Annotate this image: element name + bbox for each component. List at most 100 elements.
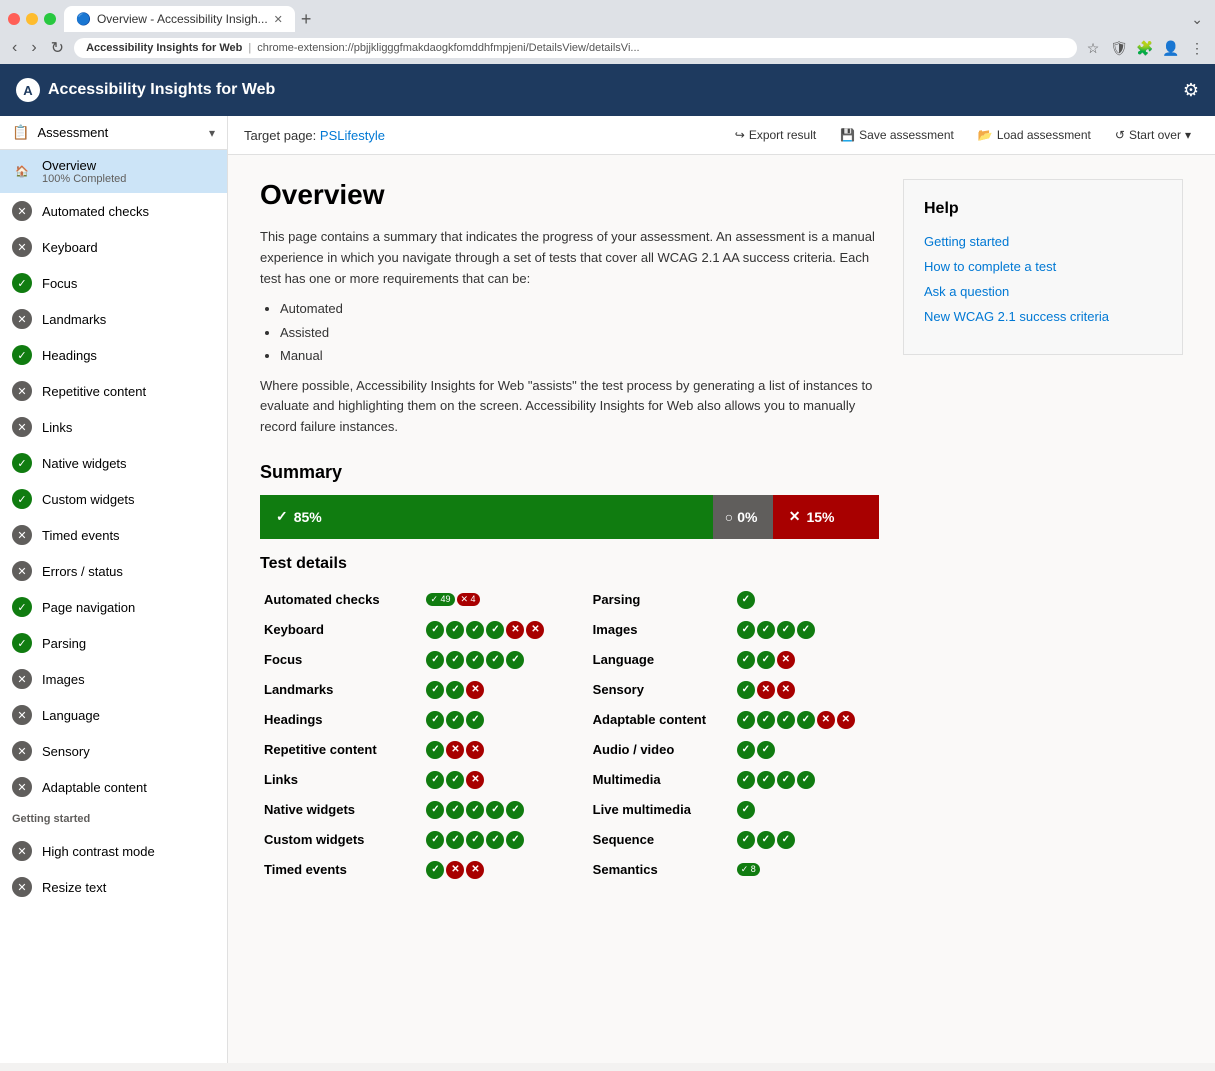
- sidebar-item-high-contrast-mode[interactable]: ✕High contrast mode: [0, 833, 227, 869]
- table-row: Headings✓✓✓Adaptable content✓✓✓✓✕✕: [260, 705, 879, 735]
- help-link[interactable]: Getting started: [924, 234, 1162, 249]
- tab-title: Overview - Accessibility Insigh...: [97, 12, 268, 26]
- address-url: chrome-extension://pbjjkligggfmakdaogkfo…: [257, 42, 639, 54]
- security-icon[interactable]: 🛡: [1109, 38, 1129, 58]
- test-icons-right: ✓: [733, 795, 879, 825]
- profile-icon[interactable]: 👤: [1161, 38, 1181, 58]
- address-bar[interactable]: Accessibility Insights for Web | chrome-…: [74, 38, 1077, 58]
- extensions-icon[interactable]: 🧩: [1135, 38, 1155, 58]
- test-icon-pass: ✓: [737, 771, 755, 789]
- sidebar-item-native-widgets[interactable]: ✓Native widgets: [0, 445, 227, 481]
- sidebar-item-overview[interactable]: 🏠 Overview 100% Completed: [0, 150, 227, 193]
- sidebar-item-label: Resize text: [42, 880, 106, 895]
- bookmark-icon[interactable]: ☆: [1083, 38, 1103, 58]
- test-name-left: Custom widgets: [260, 825, 422, 855]
- description-1: This page contains a summary that indica…: [260, 227, 879, 289]
- assessment-dropdown[interactable]: 📋 Assessment ▾: [0, 116, 227, 150]
- summary-bar: 85% 0% 15%: [260, 495, 879, 539]
- unknown-bar: 0%: [713, 495, 773, 539]
- help-link[interactable]: How to complete a test: [924, 259, 1162, 274]
- description-2: Where possible, Accessibility Insights f…: [260, 376, 879, 438]
- export-button[interactable]: ↪ Export result: [727, 124, 824, 146]
- sidebar-item-links[interactable]: ✕Links: [0, 409, 227, 445]
- sidebar-item-repetitive-content[interactable]: ✕Repetitive content: [0, 373, 227, 409]
- test-icon-pass: ✓: [737, 801, 755, 819]
- test-icon-pass: ✓: [426, 741, 444, 759]
- main-content: Overview This page contains a summary th…: [228, 155, 1215, 1063]
- table-row: Landmarks✓✓✕Sensory✓✕✕: [260, 675, 879, 705]
- sidebar-item-parsing[interactable]: ✓Parsing: [0, 625, 227, 661]
- test-icon-pass: ✓: [446, 801, 464, 819]
- settings-icon[interactable]: ⚙: [1183, 80, 1199, 101]
- status-icon-pass: ✓: [12, 489, 32, 509]
- status-icon-fail: ✕: [12, 669, 32, 689]
- start-over-button[interactable]: ↺ Start over ▾: [1107, 124, 1199, 146]
- help-link[interactable]: Ask a question: [924, 284, 1162, 299]
- load-assessment-button[interactable]: 📂 Load assessment: [970, 124, 1099, 146]
- sidebar-item-label: Automated checks: [42, 204, 149, 219]
- test-icon-pass: ✓: [446, 651, 464, 669]
- tab-list-button[interactable]: ⌄: [1191, 11, 1207, 28]
- forward-button[interactable]: ›: [27, 37, 40, 59]
- test-icons-right: ✓✓: [733, 735, 879, 765]
- back-button[interactable]: ‹: [8, 37, 21, 59]
- table-row: Timed events✓✕✕Semantics✓ 8: [260, 855, 879, 885]
- menu-icon[interactable]: ⋮: [1187, 38, 1207, 58]
- test-icon-pass: ✓: [446, 831, 464, 849]
- sidebar-item-language[interactable]: ✕Language: [0, 697, 227, 733]
- test-icon-pass: ✓: [777, 771, 795, 789]
- window-close[interactable]: [8, 13, 20, 25]
- sidebar-item-automated-checks[interactable]: ✕ Automated checks: [0, 193, 227, 229]
- sidebar-item-page-navigation[interactable]: ✓Page navigation: [0, 589, 227, 625]
- sidebar-item-label: Headings: [42, 348, 97, 363]
- save-assessment-button[interactable]: 💾 Save assessment: [832, 124, 962, 146]
- fail-bar: 15%: [773, 495, 879, 539]
- refresh-button[interactable]: ↻: [47, 36, 68, 60]
- status-icon-pass: ✓: [12, 345, 32, 365]
- pass-bar: 85%: [260, 495, 713, 539]
- window-minimize[interactable]: [26, 13, 38, 25]
- status-icon-pass: ✓: [12, 633, 32, 653]
- test-icon-pass: ✓: [466, 711, 484, 729]
- test-name-left: Automated checks: [260, 585, 422, 615]
- test-icon-pass: ✓: [486, 801, 504, 819]
- test-icon-pass: ✓: [757, 621, 775, 639]
- sidebar-item-custom-widgets[interactable]: ✓ Custom widgets: [0, 481, 227, 517]
- test-name-left: Keyboard: [260, 615, 422, 645]
- sidebar-item-landmarks[interactable]: ✕Landmarks: [0, 301, 227, 337]
- folder-icon: 📂: [978, 128, 993, 142]
- test-name-left: Timed events: [260, 855, 422, 885]
- window-maximize[interactable]: [44, 13, 56, 25]
- test-count-fail: ✕ 4: [457, 593, 480, 606]
- test-icon-pass: ✓: [797, 621, 815, 639]
- help-link[interactable]: New WCAG 2.1 success criteria: [924, 309, 1162, 324]
- target-page-link[interactable]: PSLifestyle: [320, 128, 385, 143]
- tab-close[interactable]: ✕: [274, 13, 283, 26]
- chevron-down-icon: ▾: [1185, 128, 1191, 142]
- new-tab-button[interactable]: +: [301, 9, 312, 30]
- test-icon-pass: ✓: [777, 711, 795, 729]
- test-icons-left: ✓✓✓✓✓: [422, 795, 568, 825]
- status-icon-fail: ✕: [12, 201, 32, 221]
- test-name-right: Semantics: [569, 855, 733, 885]
- sidebar-item-keyboard[interactable]: ✕Keyboard: [0, 229, 227, 265]
- test-icon-pass: ✓: [757, 831, 775, 849]
- sidebar-item-focus[interactable]: ✓Focus: [0, 265, 227, 301]
- sidebar-item-images[interactable]: ✕ Images: [0, 661, 227, 697]
- sidebar-item-headings[interactable]: ✓ Headings: [0, 337, 227, 373]
- app: A Accessibility Insights for Web ⚙ 📋 Ass…: [0, 64, 1215, 1063]
- content-area: 📋 Assessment ▾ 🏠 Overview 100% Completed…: [0, 116, 1215, 1063]
- test-icons-right: ✓✓✓: [733, 825, 879, 855]
- test-icon-pass: ✓: [757, 651, 775, 669]
- sidebar-item-resize-text[interactable]: ✕Resize text: [0, 869, 227, 905]
- sidebar-item-errors-/-status[interactable]: ✕Errors / status: [0, 553, 227, 589]
- test-name-left: Focus: [260, 645, 422, 675]
- test-icons-left: ✓✓✕: [422, 765, 568, 795]
- sidebar-item-label: Images: [42, 672, 85, 687]
- browser-tab[interactable]: 🔵 Overview - Accessibility Insigh... ✕: [64, 6, 295, 32]
- sidebar-item-sensory[interactable]: ✕Sensory: [0, 733, 227, 769]
- sidebar-item-timed-events[interactable]: ✕Timed events: [0, 517, 227, 553]
- sidebar-item-label: Custom widgets: [42, 492, 134, 507]
- table-row: Custom widgets✓✓✓✓✓Sequence✓✓✓: [260, 825, 879, 855]
- sidebar-item-adaptable-content[interactable]: ✕Adaptable content: [0, 769, 227, 805]
